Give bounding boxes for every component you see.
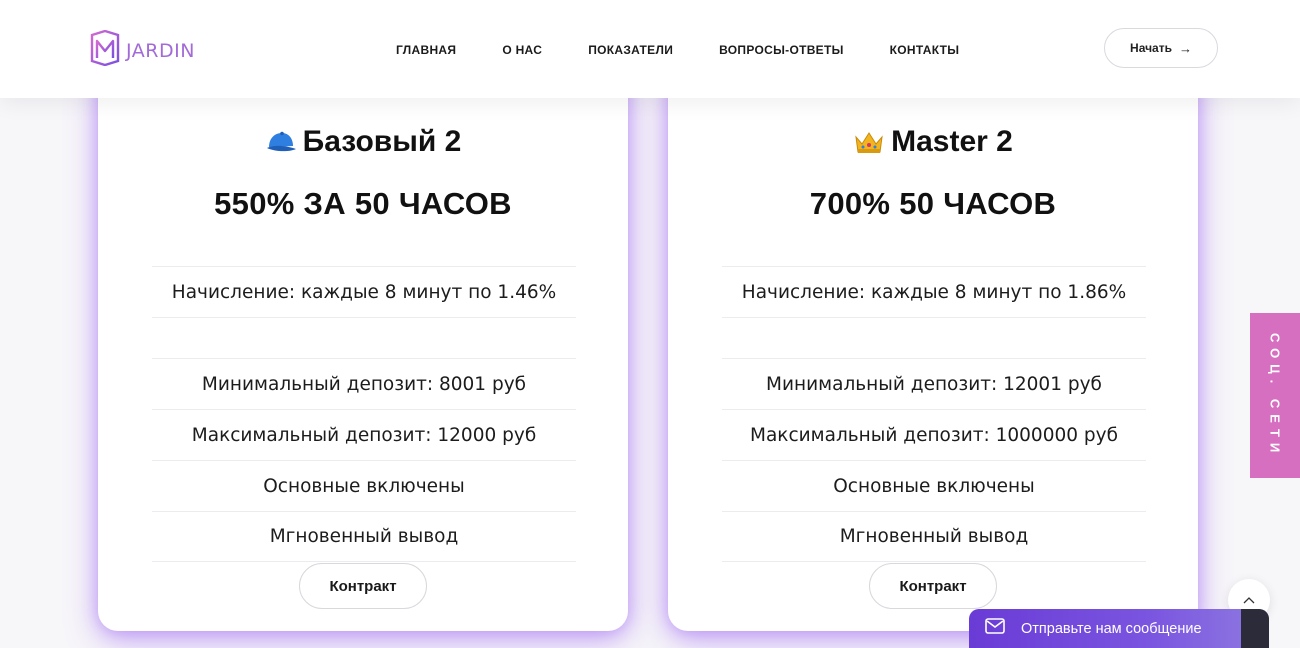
feature-max-deposit: Максимальный депозит: 1000000 руб bbox=[722, 409, 1146, 460]
feature-accrual: Начисление: каждые 8 минут по 1.86% bbox=[722, 266, 1146, 317]
nav-home[interactable]: ГЛАВНАЯ bbox=[396, 43, 456, 57]
arrow-right-icon: → bbox=[1178, 40, 1192, 56]
plan-features: Начисление: каждые 8 минут по 1.46% Мини… bbox=[152, 266, 576, 562]
chevron-up-icon bbox=[1243, 591, 1255, 609]
plan-title: Master 2 bbox=[668, 125, 1198, 159]
contract-button[interactable]: Контракт bbox=[299, 563, 427, 609]
site-header: JARDIN ГЛАВНАЯ О НАС ПОКАЗАТЕЛИ ВОПРОСЫ-… bbox=[0, 0, 1300, 98]
plan-title: Базовый 2 bbox=[98, 125, 628, 159]
start-button[interactable]: Начать → bbox=[1104, 28, 1218, 68]
social-networks-tab[interactable]: СОЦ. СЕТИ bbox=[1250, 313, 1300, 478]
feature-empty bbox=[722, 317, 1146, 358]
plan-features: Начисление: каждые 8 минут по 1.86% Мини… bbox=[722, 266, 1146, 562]
feature-empty bbox=[152, 317, 576, 358]
feature-main-included: Основные включены bbox=[152, 460, 576, 511]
feature-accrual: Начисление: каждые 8 минут по 1.46% bbox=[152, 266, 576, 317]
main-nav: ГЛАВНАЯ О НАС ПОКАЗАТЕЛИ ВОПРОСЫ-ОТВЕТЫ … bbox=[396, 43, 1005, 57]
feature-withdrawal: Мгновенный вывод bbox=[722, 511, 1146, 562]
nav-stats[interactable]: ПОКАЗАТЕЛИ bbox=[588, 43, 673, 57]
contract-button[interactable]: Контракт bbox=[869, 563, 997, 609]
feature-withdrawal: Мгновенный вывод bbox=[152, 511, 576, 562]
feature-min-deposit: Минимальный депозит: 8001 руб bbox=[152, 358, 576, 409]
mail-icon bbox=[985, 618, 1005, 639]
feature-max-deposit: Максимальный депозит: 12000 руб bbox=[152, 409, 576, 460]
plan-title-text: Базовый 2 bbox=[302, 125, 462, 158]
feature-main-included: Основные включены bbox=[722, 460, 1146, 511]
logo[interactable]: JARDIN bbox=[88, 29, 195, 71]
plan-card-basic: Базовый 2 550% ЗА 50 ЧАСОВ Начисление: к… bbox=[98, 60, 628, 631]
crown-icon bbox=[853, 128, 885, 156]
cap-icon bbox=[265, 128, 297, 156]
logo-icon bbox=[88, 29, 122, 71]
chat-corner bbox=[1241, 609, 1269, 648]
nav-faq[interactable]: ВОПРОСЫ-ОТВЕТЫ bbox=[719, 43, 844, 57]
nav-about[interactable]: О НАС bbox=[502, 43, 542, 57]
chat-widget[interactable]: Отправьте нам сообщение bbox=[969, 609, 1269, 648]
plan-card-master: Master 2 700% 50 ЧАСОВ Начисление: кажды… bbox=[668, 60, 1198, 631]
feature-min-deposit: Минимальный депозит: 12001 руб bbox=[722, 358, 1146, 409]
social-tab-label: СОЦ. СЕТИ bbox=[1267, 332, 1283, 459]
start-button-label: Начать bbox=[1130, 41, 1172, 55]
plan-rate: 550% ЗА 50 ЧАСОВ bbox=[214, 186, 512, 221]
nav-contacts[interactable]: КОНТАКТЫ bbox=[890, 43, 960, 57]
chat-label: Отправьте нам сообщение bbox=[1021, 620, 1202, 637]
plan-title-text: Master 2 bbox=[891, 125, 1013, 158]
plan-rate: 700% 50 ЧАСОВ bbox=[809, 186, 1057, 221]
logo-text: JARDIN bbox=[126, 39, 195, 62]
